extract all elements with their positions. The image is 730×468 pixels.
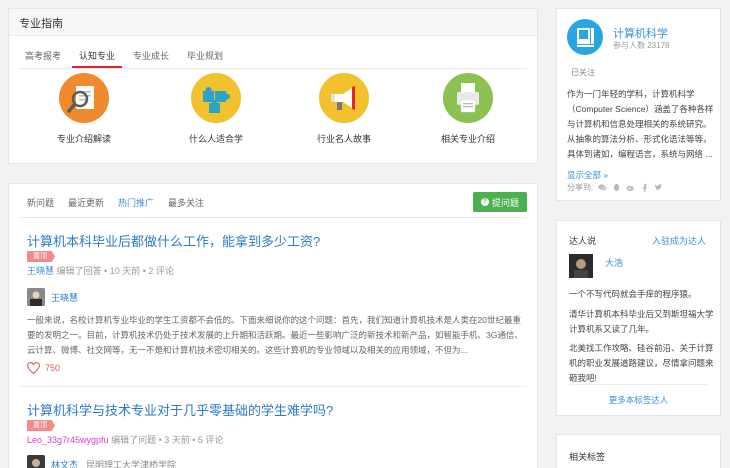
guide-item-label: 相关专业介绍 — [440, 134, 495, 144]
author-name[interactable]: 林文杰 — [51, 458, 78, 468]
expert-name[interactable]: 大浩 — [605, 256, 623, 269]
divider — [569, 384, 708, 385]
question-mark-icon: ? — [480, 198, 489, 206]
experts-panel: 达人说 入驻成为达人 大浩 一个不写代码就会手痒的程序猿。 清华计算机本科毕业后… — [556, 220, 721, 416]
question-meta: Leo_33g7r45wygpfu 编辑了问题 • 3 天前 • 5 评论 — [27, 433, 223, 446]
avatar[interactable] — [27, 288, 45, 306]
tab-growth[interactable]: 专业成长 — [133, 36, 169, 68]
twitter-icon[interactable] — [654, 183, 663, 192]
pinned-badge: 置顶 — [27, 251, 55, 262]
related-tags-title: 相关标签 — [569, 452, 606, 462]
experts-title: 达人说 — [569, 236, 597, 246]
avatar[interactable] — [569, 254, 593, 278]
more-experts-link[interactable]: 更多本标签达人 — [557, 394, 720, 406]
question-title[interactable]: 计算机科学与技术专业对于几乎零基础的学生难学吗? — [27, 400, 333, 419]
meta-text: 编辑了问题 • 3 天前 • 5 评论 — [111, 435, 224, 445]
answer-author: 林文杰 昆明理工大学津桥学院 — [27, 455, 176, 468]
expert-bio: 北美找工作攻略、硅谷前沿、关于计算机的职业发展道路建议，尽情拿问题来砸我吧! — [569, 343, 714, 383]
ask-question-button[interactable]: ? 提问题 — [473, 192, 527, 212]
magnifier-document-icon — [59, 73, 109, 123]
guide-tabs: 高考报考 认知专业 专业成长 毕业规划 — [25, 36, 241, 68]
tab-new-questions[interactable]: 新问题 — [27, 196, 54, 209]
guide-title: 专业指南 — [9, 9, 537, 36]
printer-icon — [443, 73, 493, 123]
tab-recent-updates[interactable]: 最近更新 — [68, 196, 104, 209]
feed-tabs: 新问题 最近更新 热门推广 最多关注 — [27, 196, 218, 209]
guide-item-related-majors[interactable]: 相关专业介绍 — [413, 73, 523, 145]
like-count: 750 — [45, 363, 61, 373]
tab-know-major[interactable]: 认知专业 — [72, 36, 123, 68]
guide-item-major-intro[interactable]: 专业介绍解读 — [29, 73, 139, 145]
join-expert-link[interactable]: 入驻成为达人 — [652, 234, 706, 247]
weibo-icon[interactable] — [626, 183, 635, 192]
guide-item-who-fits[interactable]: 什么人适合学 — [161, 73, 271, 145]
tab-most-followed[interactable]: 最多关注 — [168, 196, 204, 209]
question-feed-panel: 新问题 最近更新 热门推广 最多关注 ? 提问题 计算机本科毕业后都做什么工作，… — [8, 183, 538, 468]
facebook-icon[interactable] — [640, 183, 649, 192]
meta-text: 编辑了回答 • 10 天前 • 2 评论 — [56, 266, 174, 276]
divider — [19, 68, 527, 69]
topic-name[interactable]: 计算机科学 — [613, 25, 668, 41]
topic-card: 计算机科学 参与人数 23178 已关注 作为一门年轻的学科，计算机科学（Com… — [556, 8, 721, 201]
heart-icon — [27, 362, 40, 374]
guide-item-label: 行业名人故事 — [316, 134, 371, 144]
computer-icon[interactable] — [567, 19, 603, 55]
guide-item-celebrity-stories[interactable]: 行业名人故事 — [289, 73, 399, 145]
author-org: 昆明理工大学津桥学院 — [86, 459, 177, 468]
answer-author: 王晓慧 — [27, 288, 78, 306]
wechat-icon[interactable] — [598, 183, 607, 192]
like-button[interactable]: 750 — [27, 362, 60, 374]
question-title[interactable]: 计算机本科毕业后都做什么工作，能拿到多少工资? — [27, 231, 320, 250]
expert-bio: 清华计算机本科毕业后又到斯坦福大学计算机系又读了几年。 — [569, 309, 714, 334]
avatar[interactable] — [27, 455, 45, 468]
author-name[interactable]: 王晓慧 — [51, 291, 78, 304]
puzzle-icon — [191, 73, 241, 123]
editor-username[interactable]: Leo_33g7r45wygpfu — [27, 435, 109, 445]
divider — [19, 386, 527, 387]
show-all-link[interactable]: 显示全部 » — [567, 169, 608, 181]
participant-count: 参与人数 23178 — [613, 41, 670, 50]
share-bar: 分享到: — [567, 182, 663, 193]
megaphone-icon — [319, 73, 369, 123]
tab-hot-promoted[interactable]: 热门推广 — [118, 196, 154, 209]
question-meta: 王晓慧 编辑了回答 • 10 天前 • 2 评论 — [27, 264, 174, 277]
tab-graduation[interactable]: 毕业规划 — [187, 36, 223, 68]
editor-username[interactable]: 王晓慧 — [27, 266, 54, 276]
expert-bio: 一个不写代码就会手痒的程序猿。 — [569, 289, 697, 299]
qq-icon[interactable] — [612, 183, 621, 192]
guide-item-label: 专业介绍解读 — [56, 134, 111, 144]
answer-excerpt[interactable]: 一般来说，名校计算机专业毕业的学生工资都不会低的。下面来细说你的这个问题：首先，… — [27, 313, 525, 358]
pinned-badge: 置顶 — [27, 420, 55, 431]
guide-item-label: 什么人适合学 — [188, 134, 243, 144]
tab-admission[interactable]: 高考报考 — [25, 36, 61, 68]
related-tags-panel: 相关标签 — [556, 434, 721, 468]
share-label: 分享到: — [567, 183, 594, 192]
ask-button-label: 提问题 — [491, 197, 519, 208]
major-guide-panel: 专业指南 高考报考 认知专业 专业成长 毕业规划 专业介绍解读 什么人适合学 行… — [8, 8, 538, 164]
follow-button[interactable]: 已关注 — [571, 67, 595, 78]
topic-description: 作为一门年轻的学科，计算机科学（Computer Science）涵盖了各种各样… — [567, 89, 714, 159]
divider — [19, 217, 527, 218]
